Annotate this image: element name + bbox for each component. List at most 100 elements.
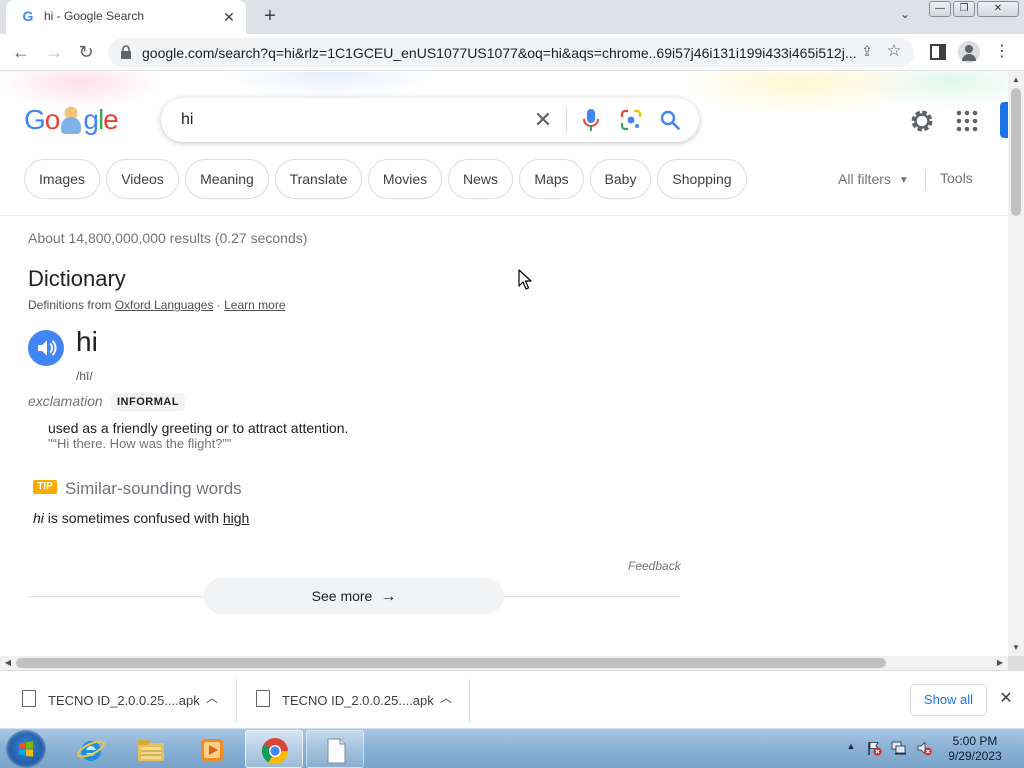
download-item[interactable]: TECNO ID_2.0.0.25....apk ︿ — [234, 677, 466, 723]
pronunciation-text: /hī/ — [76, 369, 93, 383]
browser-menu-icon[interactable]: ⋮ — [993, 42, 1011, 62]
search-divider — [566, 108, 567, 132]
horizontal-scroll-thumb[interactable] — [16, 658, 886, 668]
vertical-scroll-thumb[interactable] — [1011, 88, 1021, 216]
chip-news[interactable]: News — [448, 159, 513, 199]
share-icon[interactable]: ⇪ — [858, 43, 876, 61]
dictionary-word: hi — [76, 326, 98, 357]
chrome-icon — [261, 738, 289, 765]
scrollbar-corner — [1008, 656, 1024, 670]
document-icon — [327, 738, 346, 764]
action-center-flag-icon[interactable] — [866, 740, 882, 756]
tools-divider — [925, 170, 926, 190]
address-bar[interactable]: google.com/search?q=hi&rlz=1C1GCEU_enUS1… — [108, 38, 914, 67]
forward-button[interactable]: → — [42, 41, 66, 65]
tip-badge: TIP — [33, 480, 57, 494]
chip-meaning[interactable]: Meaning — [185, 159, 269, 199]
restore-button[interactable]: ❐ — [953, 1, 975, 17]
tab-close-icon[interactable]: ✕ — [220, 8, 238, 26]
start-button[interactable] — [6, 730, 46, 768]
google-lens-icon[interactable] — [620, 109, 642, 131]
scroll-right-arrow-icon[interactable]: ▶ — [993, 656, 1007, 670]
close-download-shelf-icon[interactable]: ✕ — [996, 689, 1016, 709]
vertical-scrollbar[interactable]: ▲ ▼ — [1008, 72, 1024, 656]
part-of-speech: exclamation — [28, 393, 103, 409]
tools-button[interactable]: Tools — [940, 170, 973, 186]
logo-letter: o — [44, 104, 61, 135]
taskbar-file-explorer[interactable] — [122, 730, 180, 768]
caret-down-icon: ▼ — [898, 175, 909, 186]
bookmark-star-icon[interactable]: ☆ — [884, 41, 904, 61]
chip-videos[interactable]: Videos — [106, 159, 179, 199]
taskbar-document[interactable] — [306, 730, 364, 768]
chip-images[interactable]: Images — [24, 159, 100, 199]
show-all-downloads-button[interactable]: Show all — [910, 684, 987, 716]
google-favicon-icon: G — [22, 8, 34, 24]
lock-icon[interactable] — [120, 45, 132, 59]
scroll-down-arrow-icon[interactable]: ▼ — [1008, 640, 1024, 656]
doodle-figure-icon — [59, 105, 84, 135]
all-filters-dropdown[interactable]: All filters ▼ — [838, 171, 909, 187]
example-sentence: "“Hi there. How was the flight?”" — [48, 436, 232, 451]
url-text[interactable]: google.com/search?q=hi&rlz=1C1GCEU_enUS1… — [142, 45, 857, 61]
show-hidden-icons-icon[interactable]: ▲ — [845, 741, 857, 753]
window-close-button[interactable]: ✕ — [977, 1, 1019, 17]
volume-muted-icon[interactable] — [916, 740, 932, 756]
taskbar-chrome[interactable] — [245, 730, 303, 768]
horizontal-scrollbar[interactable]: ◀ ▶ — [0, 656, 1008, 670]
download-filename: TECNO ID_2.0.0.25....apk — [48, 693, 200, 708]
scroll-up-arrow-icon[interactable]: ▲ — [1008, 72, 1024, 88]
tab-title: hi - Google Search — [44, 9, 145, 23]
new-tab-button[interactable]: + — [258, 5, 282, 29]
taskbar-media-player[interactable] — [183, 730, 241, 768]
clear-search-icon[interactable]: ✕ — [530, 107, 556, 133]
source-separator: · — [213, 298, 225, 312]
reload-button[interactable]: ↻ — [74, 41, 98, 65]
back-button[interactable]: ← — [9, 41, 33, 65]
minimize-button[interactable]: — — [929, 1, 951, 17]
tab-google-search[interactable]: G hi - Google Search ✕ — [6, 0, 246, 34]
media-player-icon — [201, 739, 223, 761]
learn-more-link[interactable]: Learn more — [224, 298, 285, 312]
logo-letter: G — [24, 104, 46, 135]
dictionary-source-line: Definitions from Oxford Languages · Lear… — [28, 298, 286, 312]
logo-letter: e — [103, 104, 119, 135]
windows-logo-icon — [19, 741, 33, 757]
search-input[interactable]: hi — [181, 111, 193, 129]
chip-maps[interactable]: Maps — [519, 159, 584, 199]
chevron-up-icon[interactable]: ︿ — [204, 690, 220, 706]
see-more-button[interactable]: See more → — [204, 578, 504, 614]
mouse-cursor-icon — [518, 269, 532, 290]
taskbar-clock[interactable]: 5:00 PM 9/29/2023 — [940, 734, 1010, 764]
pronunciation-audio-button[interactable] — [28, 330, 64, 366]
chip-baby[interactable]: Baby — [590, 159, 651, 199]
search-icon[interactable] — [659, 109, 681, 131]
oxford-languages-link[interactable]: Oxford Languages — [115, 298, 214, 312]
tab-search-chevron-icon[interactable]: ⌄ — [895, 7, 915, 27]
download-item[interactable]: TECNO ID_2.0.0.25....apk ︿ — [0, 677, 232, 723]
chip-shopping[interactable]: Shopping — [657, 159, 747, 199]
toolbar: ← → ↻ google.com/search?q=hi&rlz=1C1GCEU… — [0, 34, 1024, 71]
search-box[interactable]: hi ✕ — [161, 98, 699, 142]
feedback-link[interactable]: Feedback — [628, 559, 681, 573]
clock-date: 9/29/2023 — [948, 749, 1002, 763]
folder-icon — [138, 740, 164, 761]
side-panel-icon[interactable] — [930, 44, 946, 60]
google-apps-icon[interactable] — [956, 110, 978, 132]
sign-in-button[interactable] — [1000, 102, 1008, 138]
see-more-label: See more — [311, 588, 373, 604]
chevron-up-icon[interactable]: ︿ — [438, 690, 454, 706]
tab-strip: G hi - Google Search ✕ + ⌄ — ❐ ✕ — [0, 0, 1024, 34]
chip-translate[interactable]: Translate — [275, 159, 362, 199]
similar-sounding-heading: Similar-sounding words — [65, 479, 242, 498]
definition-text: used as a friendly greeting or to attrac… — [48, 420, 349, 436]
profile-avatar-icon[interactable] — [958, 41, 980, 63]
settings-gear-icon[interactable] — [909, 108, 935, 134]
scroll-left-arrow-icon[interactable]: ◀ — [1, 656, 15, 670]
chip-movies[interactable]: Movies — [368, 159, 442, 199]
google-logo[interactable]: Go gle — [24, 104, 119, 136]
microphone-icon[interactable] — [581, 108, 601, 132]
high-link[interactable]: high — [223, 510, 249, 526]
network-icon[interactable] — [891, 740, 907, 756]
taskbar-internet-explorer[interactable] — [62, 730, 120, 768]
